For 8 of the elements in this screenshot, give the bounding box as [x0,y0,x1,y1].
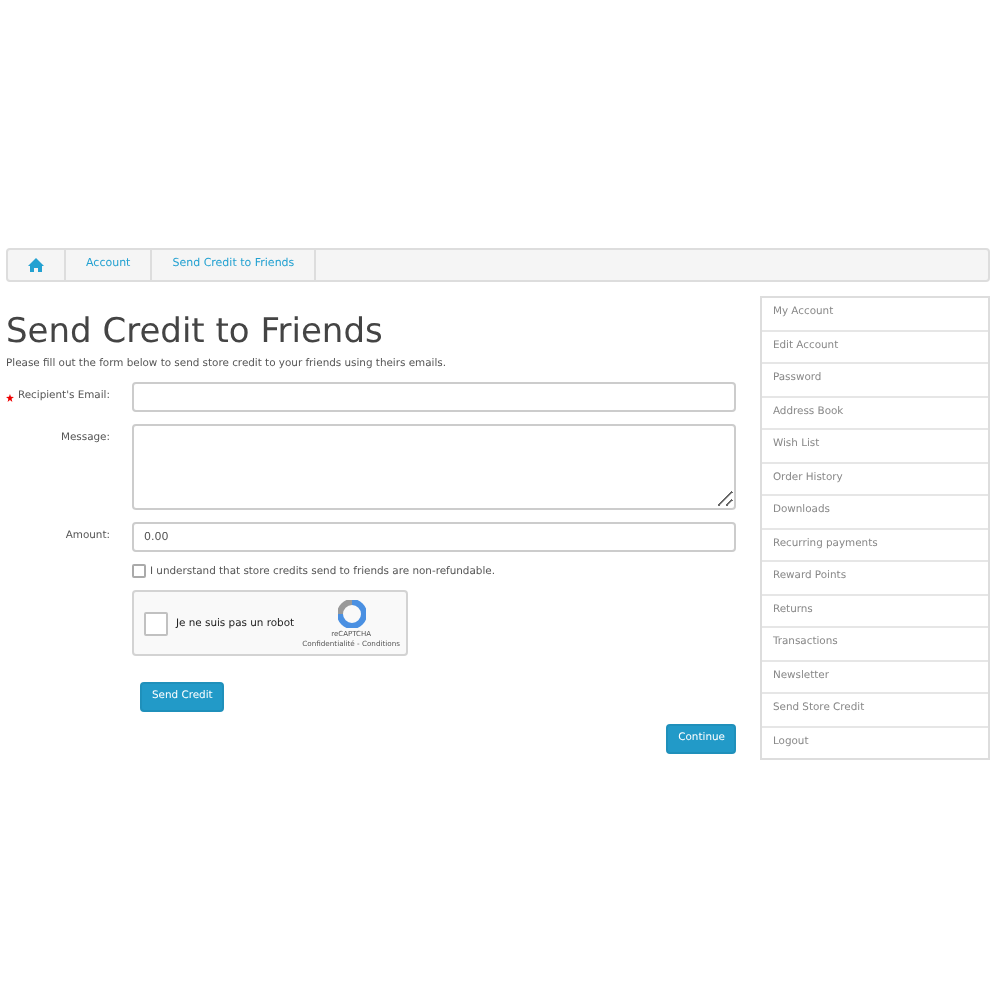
input-field[interactable] [132,382,737,412]
captcha-checkbox[interactable] [144,611,168,635]
checkbox[interactable] [132,564,146,578]
page-title: Send Credit to Friends [6,312,385,352]
message-field[interactable] [132,424,737,510]
recaptcha-icon [337,599,366,627]
home-icon [28,258,44,272]
required-icon [6,393,14,401]
